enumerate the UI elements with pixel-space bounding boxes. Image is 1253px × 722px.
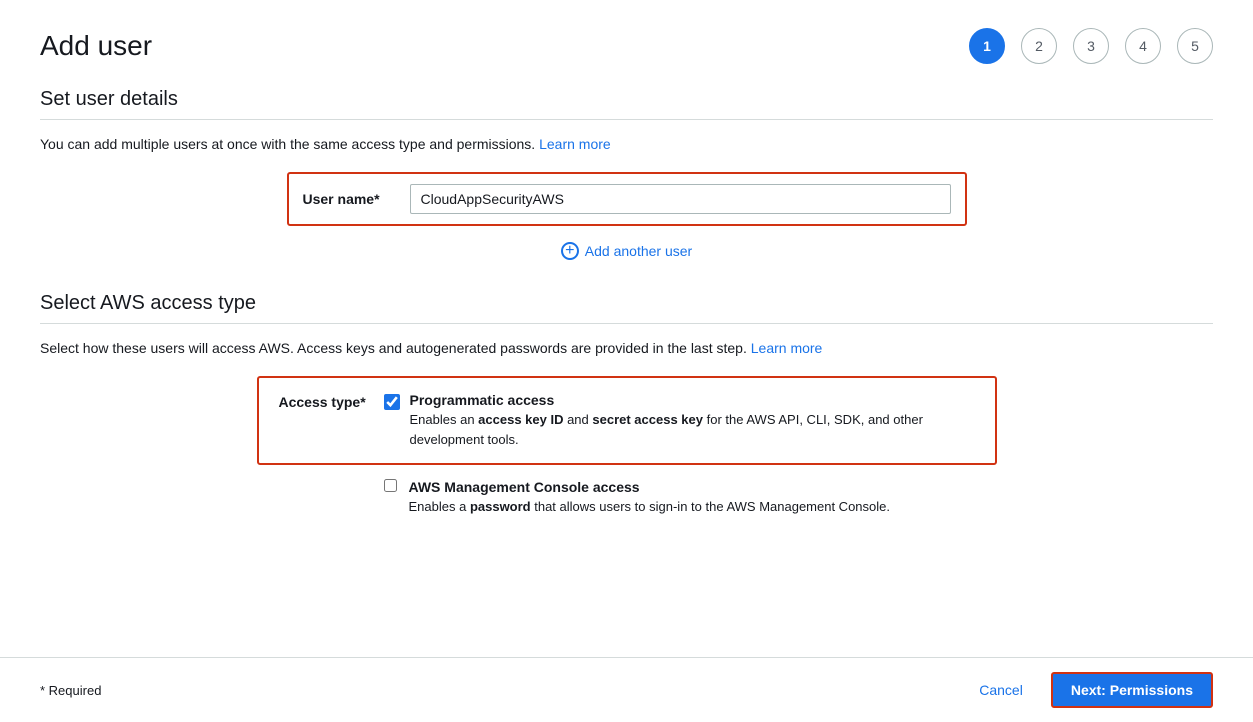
programmatic-access-desc: Enables an access key ID and secret acce… <box>410 410 975 449</box>
page-title: Add user <box>40 30 152 62</box>
cancel-button[interactable]: Cancel <box>967 676 1035 704</box>
set-user-details-learn-more[interactable]: Learn more <box>539 136 611 152</box>
step-4[interactable]: 4 <box>1125 28 1161 64</box>
add-another-row: + Add another user <box>40 242 1213 260</box>
access-type-label: Access type* <box>279 392 374 410</box>
access-type-box: Access type* Programmatic access Enables… <box>257 376 997 465</box>
divider-1 <box>40 119 1213 120</box>
user-name-box: User name* <box>287 172 967 226</box>
step-1[interactable]: 1 <box>969 28 1005 64</box>
plus-icon: + <box>561 242 579 260</box>
console-access-item: AWS Management Console access Enables a … <box>257 465 997 531</box>
footer-bar: * Required Cancel Next: Permissions <box>0 657 1253 722</box>
step-5[interactable]: 5 <box>1177 28 1213 64</box>
console-access-title: AWS Management Console access <box>409 479 891 495</box>
step-2[interactable]: 2 <box>1021 28 1057 64</box>
set-user-details-description: You can add multiple users at once with … <box>40 136 1213 152</box>
programmatic-access-item: Access type* Programmatic access Enables… <box>279 392 975 449</box>
access-type-description: Select how these users will access AWS. … <box>40 340 1213 356</box>
user-name-row: User name* <box>40 172 1213 226</box>
required-note: * Required <box>40 683 101 698</box>
user-name-input[interactable] <box>410 184 951 214</box>
access-type-title: Select AWS access type <box>40 292 1213 315</box>
access-type-section: Select AWS access type Select how these … <box>40 292 1213 531</box>
console-access-text: AWS Management Console access Enables a … <box>409 479 891 517</box>
divider-2 <box>40 323 1213 324</box>
set-user-details-title: Set user details <box>40 88 1213 111</box>
header-row: Add user 1 2 3 4 5 <box>40 28 1213 64</box>
console-access-desc: Enables a password that allows users to … <box>409 497 891 517</box>
programmatic-access-text: Programmatic access Enables an access ke… <box>410 392 975 449</box>
console-access-checkbox[interactable] <box>384 479 397 492</box>
footer-actions: Cancel Next: Permissions <box>967 672 1213 708</box>
steps-row: 1 2 3 4 5 <box>969 28 1213 64</box>
user-name-label: User name* <box>303 191 398 207</box>
next-permissions-button[interactable]: Next: Permissions <box>1051 672 1213 708</box>
set-user-details-section: Set user details You can add multiple us… <box>40 88 1213 260</box>
programmatic-access-title: Programmatic access <box>410 392 975 408</box>
step-3[interactable]: 3 <box>1073 28 1109 64</box>
add-another-label: Add another user <box>585 243 692 259</box>
access-type-learn-more[interactable]: Learn more <box>751 340 823 356</box>
programmatic-access-checkbox[interactable] <box>384 394 400 410</box>
add-another-user-button[interactable]: + Add another user <box>561 242 692 260</box>
